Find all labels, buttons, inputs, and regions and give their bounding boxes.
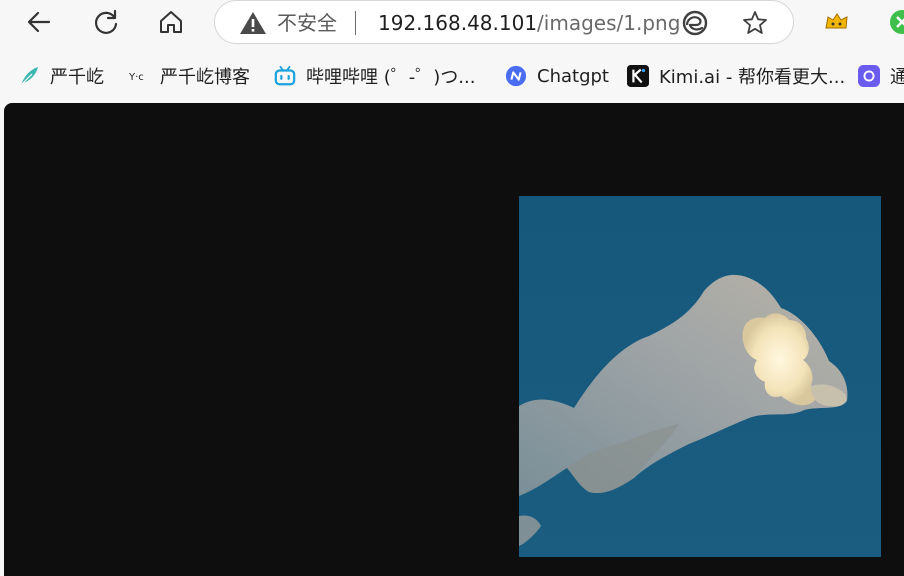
bookmark-label: Chatgpt (537, 65, 609, 87)
url-host: 192.168.48.101 (378, 11, 538, 35)
svg-text:Y·c: Y·c (128, 72, 144, 83)
extension-tiger-icon[interactable] (822, 8, 850, 36)
bookmark-label: 哔哩哔哩 (゜-゜)つ... (306, 67, 476, 88)
home-button[interactable] (152, 4, 190, 40)
bookmark-label: Kimi.ai - 帮你看更大... (659, 67, 846, 88)
security-status-label[interactable]: 不安全 (277, 11, 337, 35)
bookmark-item[interactable]: Kimi.ai - 帮你看更大... (627, 63, 845, 89)
bookmark-label: 严千屹 (50, 67, 104, 88)
edge-icon[interactable] (681, 9, 709, 37)
kimi-icon (627, 65, 649, 87)
blog-logo-icon: Y·c (128, 65, 150, 87)
feather-icon (18, 65, 40, 87)
cloud-sky-image (519, 196, 881, 557)
chatgpt-icon (505, 65, 527, 87)
bookmark-item[interactable]: 严千屹 (18, 63, 104, 89)
app-icon (858, 65, 880, 87)
browser-toolbar: 不安全 192.168.48.101/images/1.png (0, 0, 904, 46)
bookmark-item[interactable]: Chatgpt (505, 63, 609, 89)
displayed-image[interactable] (519, 196, 881, 557)
address-bar[interactable]: 不安全 192.168.48.101/images/1.png (214, 0, 794, 44)
address-divider (355, 11, 356, 35)
url-text[interactable]: 192.168.48.101/images/1.png (378, 11, 680, 35)
reload-icon (94, 9, 118, 34)
warning-icon[interactable] (239, 11, 267, 35)
bookmark-item[interactable]: Y·c 严千屹博客 (128, 63, 250, 89)
bookmark-label: 严千屹博客 (160, 67, 250, 88)
extension-green-icon[interactable] (888, 8, 904, 36)
favorite-star-icon[interactable] (741, 9, 769, 37)
bookmark-label: 通 (890, 67, 904, 88)
browser-window: 不安全 192.168.48.101/images/1.png 严千屹 Y·c … (0, 0, 904, 576)
home-icon (160, 11, 182, 33)
back-icon (27, 11, 51, 33)
bookmarks-bar: 严千屹 Y·c 严千屹博客 哔哩哔哩 (゜-゜)つ... Chatgpt Kim… (0, 55, 904, 97)
reload-button[interactable] (87, 4, 125, 40)
bilibili-icon (274, 65, 296, 87)
url-path: /images/1.png (537, 11, 681, 35)
bookmark-item[interactable]: 通 (858, 63, 904, 89)
page-viewport (4, 103, 904, 576)
bookmark-item[interactable]: 哔哩哔哩 (゜-゜)つ... (274, 63, 475, 89)
back-button[interactable] (20, 4, 58, 40)
